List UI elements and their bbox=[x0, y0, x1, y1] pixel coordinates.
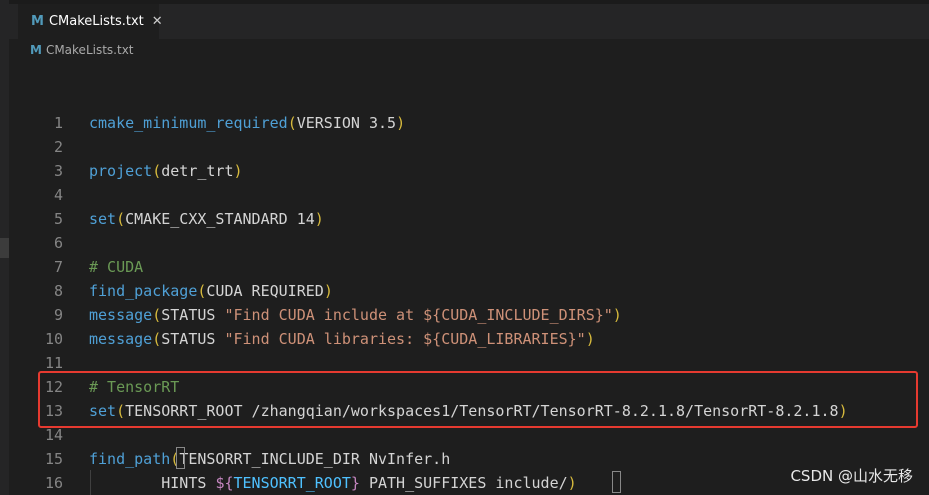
line-number: 6 bbox=[53, 234, 63, 252]
bracket-match-close bbox=[612, 471, 621, 493]
token-fn: project bbox=[89, 162, 153, 180]
code-line[interactable]: 8 find_package(CUDA REQUIRED) bbox=[9, 279, 929, 303]
code-line[interactable]: 13 set(TENSORRT_ROOT /zhangqian/workspace… bbox=[9, 399, 929, 423]
line-number: 14 bbox=[44, 426, 63, 444]
token-text: STATUS bbox=[161, 330, 225, 348]
token-fn: find_path bbox=[89, 450, 171, 468]
line-number: 4 bbox=[53, 186, 63, 204]
code-line[interactable]: 10 message(STATUS "Find CUDA libraries: $… bbox=[9, 327, 929, 351]
code-text: message(STATUS "Find CUDA include at ${C… bbox=[89, 303, 622, 327]
code-editor[interactable]: 1 cmake_minimum_required(VERSION 3.5) 2 3 pr… bbox=[9, 61, 929, 495]
line-number: 1 bbox=[53, 114, 63, 132]
line-number: 5 bbox=[53, 210, 63, 228]
code-line[interactable]: 3 project(detr_trt) bbox=[9, 159, 929, 183]
code-text: message(STATUS "Find CUDA libraries: ${C… bbox=[89, 327, 595, 351]
token-str: "Find CUDA libraries: ${CUDA_LIBRARIES}" bbox=[224, 330, 586, 348]
token-paren: ) bbox=[567, 474, 577, 492]
code-line[interactable]: 6 bbox=[9, 231, 929, 255]
token-paren: ( bbox=[152, 162, 162, 180]
token-text: VERSION 3.5 bbox=[296, 114, 397, 132]
token-paren: ( bbox=[287, 114, 297, 132]
token-text: HINTS bbox=[89, 474, 216, 492]
line-number: 8 bbox=[53, 282, 63, 300]
code-text: set(TENSORRT_ROOT /zhangqian/workspaces1… bbox=[89, 399, 848, 423]
token-fn: find_package bbox=[89, 282, 198, 300]
token-paren: ( bbox=[116, 210, 126, 228]
token-paren2: ${ bbox=[215, 474, 234, 492]
token-paren: ) bbox=[396, 114, 406, 132]
token-paren: ) bbox=[323, 282, 333, 300]
code-text: project(detr_trt) bbox=[89, 159, 243, 183]
code-line[interactable]: 12 # TensorRT bbox=[9, 375, 929, 399]
token-paren: ) bbox=[838, 402, 848, 420]
code-line[interactable]: 4 bbox=[9, 183, 929, 207]
token-text: CMAKE_CXX_STANDARD 14 bbox=[125, 210, 315, 228]
code-text: find_path(TENSORRT_INCLUDE_DIR NvInfer.h bbox=[89, 447, 450, 471]
line-number: 13 bbox=[44, 402, 63, 420]
tab-cmakelists[interactable]: M CMakeLists.txt ✕ bbox=[18, 4, 163, 39]
token-text: PATH_SUFFIXES include/ bbox=[359, 474, 568, 492]
code-line[interactable]: 5 set(CMAKE_CXX_STANDARD 14) bbox=[9, 207, 929, 231]
line-number: 7 bbox=[53, 258, 63, 276]
code-line[interactable]: 1 cmake_minimum_required(VERSION 3.5) bbox=[9, 111, 929, 135]
code-line[interactable]: 9 message(STATUS "Find CUDA include at ${… bbox=[9, 303, 929, 327]
code-text: cmake_minimum_required(VERSION 3.5) bbox=[89, 111, 405, 135]
token-paren: ) bbox=[585, 330, 595, 348]
token-text: STATUS bbox=[161, 306, 225, 324]
scroll-marker bbox=[0, 238, 9, 258]
token-text: TENSORRT_INCLUDE_DIR NvInfer.h bbox=[179, 450, 451, 468]
line-number: 16 bbox=[44, 474, 63, 492]
code-line[interactable]: 14 bbox=[9, 423, 929, 447]
cmake-file-icon: M bbox=[30, 43, 42, 57]
token-var: TENSORRT_ROOT bbox=[233, 474, 351, 492]
activity-strip bbox=[0, 0, 9, 495]
token-paren: ( bbox=[152, 330, 162, 348]
token-paren: ) bbox=[233, 162, 243, 180]
token-paren: ) bbox=[612, 306, 622, 324]
token-fn: set bbox=[89, 210, 117, 228]
token-fn: set bbox=[89, 402, 117, 420]
tab-label: CMakeLists.txt bbox=[48, 14, 144, 29]
code-text: # TensorRT bbox=[89, 375, 179, 399]
watermark: CSDN @山水无移 bbox=[790, 467, 913, 485]
line-number: 11 bbox=[44, 354, 63, 372]
line-number: 12 bbox=[44, 378, 63, 396]
breadcrumb-item-file[interactable]: CMakeLists.txt bbox=[46, 43, 134, 57]
code-text: # CUDA bbox=[89, 255, 143, 279]
bracket-match-open bbox=[176, 447, 185, 469]
token-fn: cmake_minimum_required bbox=[89, 114, 288, 132]
code-text: HINTS ${TENSORRT_ROOT} PATH_SUFFIXES inc… bbox=[89, 471, 577, 495]
code-line[interactable]: 11 bbox=[9, 351, 929, 375]
code-text: find_package(CUDA REQUIRED) bbox=[89, 279, 333, 303]
close-icon[interactable]: ✕ bbox=[152, 14, 163, 29]
code-line[interactable]: 7 # CUDA bbox=[9, 255, 929, 279]
token-comment: # TensorRT bbox=[89, 378, 180, 396]
token-text: TENSORRT_ROOT /zhangqian/workspaces1/Ten… bbox=[125, 402, 839, 420]
token-text: detr_trt bbox=[161, 162, 234, 180]
token-text: CUDA REQUIRED bbox=[206, 282, 324, 300]
line-number: 9 bbox=[53, 306, 63, 324]
cmake-file-icon: M bbox=[31, 14, 44, 29]
token-fn: message bbox=[89, 306, 153, 324]
token-paren: ( bbox=[152, 306, 162, 324]
token-str: "Find CUDA include at ${CUDA_INCLUDE_DIR… bbox=[224, 306, 613, 324]
code-text: set(CMAKE_CXX_STANDARD 14) bbox=[89, 207, 324, 231]
tab-bar: M CMakeLists.txt ✕ bbox=[9, 0, 929, 39]
line-number: 3 bbox=[53, 162, 63, 180]
line-number: 15 bbox=[44, 450, 63, 468]
line-number: 10 bbox=[44, 330, 63, 348]
code-line[interactable]: 2 bbox=[9, 135, 929, 159]
token-paren: ) bbox=[314, 210, 324, 228]
line-number: 2 bbox=[53, 138, 63, 156]
breadcrumb: M CMakeLists.txt bbox=[9, 39, 929, 61]
token-paren2: } bbox=[350, 474, 360, 492]
token-paren: ( bbox=[116, 402, 126, 420]
token-fn: message bbox=[89, 330, 153, 348]
token-comment: # CUDA bbox=[89, 258, 144, 276]
indent-guide bbox=[90, 470, 91, 495]
